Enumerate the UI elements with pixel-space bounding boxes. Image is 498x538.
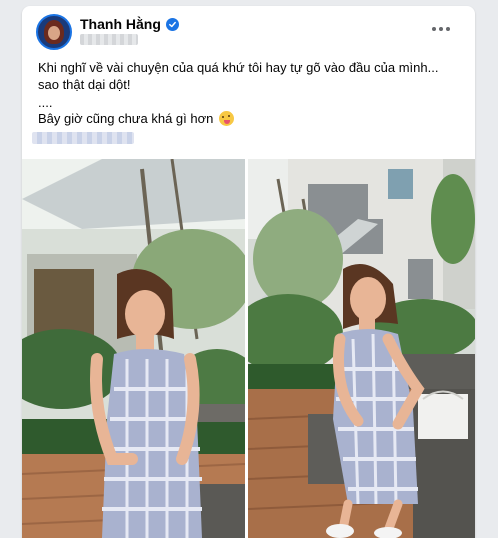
- post-photo-left[interactable]: [22, 159, 245, 538]
- author-avatar[interactable]: [36, 14, 72, 50]
- post-text-line-3: ....: [38, 95, 53, 110]
- author-row: Thanh Hằng: [80, 15, 179, 33]
- post-photo-right[interactable]: [248, 159, 475, 538]
- blurred-watermark: [32, 132, 134, 144]
- post-card: Thanh Hằng Khi nghĩ về vài chuyện của qu…: [22, 6, 475, 538]
- avatar-face: [48, 26, 60, 40]
- post-meta-blurred: [80, 34, 138, 45]
- post-text-line-4-text: Bây giờ cũng chưa khá gì hơn: [38, 111, 214, 126]
- post-text-line-2: sao thật dại dột!: [38, 77, 131, 92]
- post-text-line-4: Bây giờ cũng chưa khá gì hơn: [38, 110, 235, 127]
- post-text-line-1: Khi nghĩ về vài chuyện của quá khứ tôi h…: [38, 60, 439, 75]
- author-name[interactable]: Thanh Hằng: [80, 16, 161, 32]
- winking-tongue-emoji-icon: [219, 111, 235, 126]
- more-options-icon[interactable]: [427, 19, 455, 39]
- verified-badge-icon: [165, 17, 179, 31]
